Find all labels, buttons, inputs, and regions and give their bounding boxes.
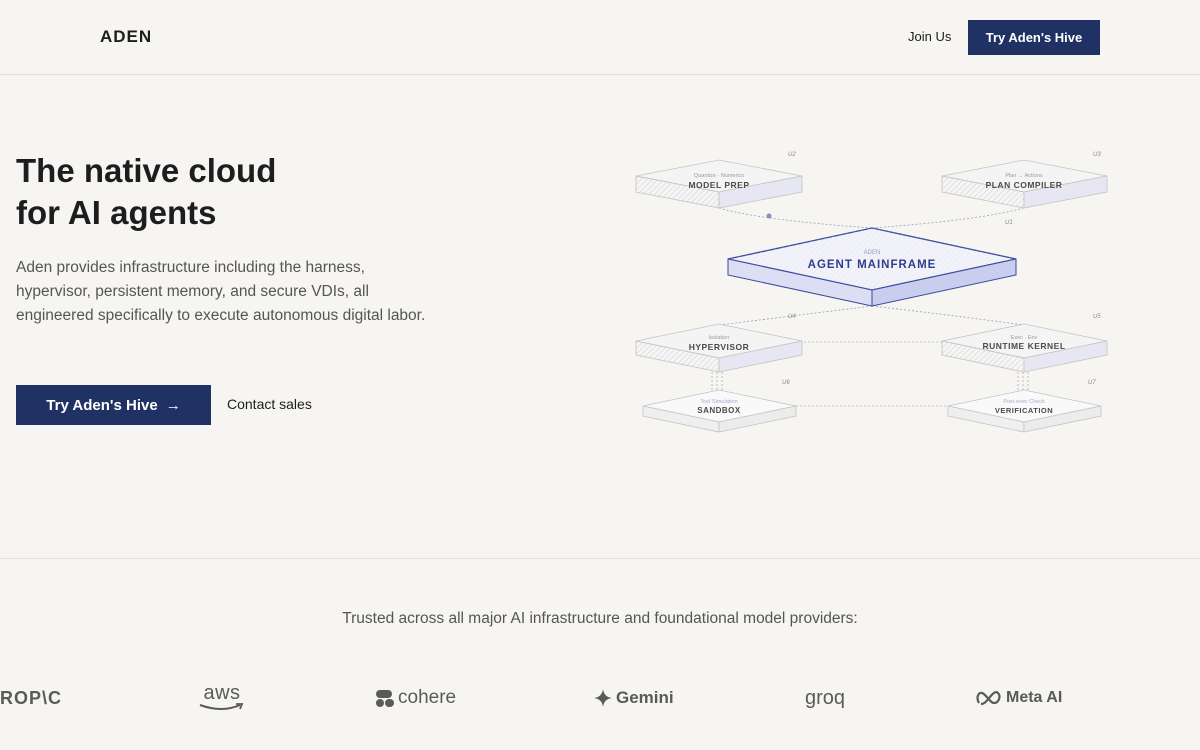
node-hypervisor[interactable]: Isolation HYPERVISOR U4 [635,314,803,373]
node-verification[interactable]: Post-exec Check VERIFICATION U7 [947,380,1102,433]
groq-logo-text: groq [805,686,846,709]
anthropic-logo-text: ROP\C [0,687,63,708]
groq-logo: groq [805,683,845,713]
join-us-link[interactable]: Join Us [908,29,951,44]
connector-dot [766,213,772,219]
node-tag: Quantize · Numerics [694,173,744,179]
node-sandbox[interactable]: Tool Simulation SANDBOX U6 [642,380,797,433]
hero-description: Aden provides infrastructure including t… [16,259,426,324]
node-id: U5 [1093,314,1101,320]
cohere-logo: cohere [374,683,456,713]
node-tag: Plan → Actions [1005,173,1043,179]
brand-logo[interactable]: ADEN [100,27,152,47]
meta-ai-logo-text: Meta AI [1006,689,1063,706]
aws-logo: aws [198,683,246,713]
node-label: VERIFICATION [995,406,1053,415]
node-tag: Tool Simulation [700,399,737,405]
hero-title: The native cloud for AI agents [16,150,436,234]
node-plan-compiler[interactable]: Plan → Actions PLAN COMPILER U4 U3 [941,152,1108,209]
hero-title-line1: The native cloud [16,152,277,189]
architecture-diagram: Quantize · Numerics MODEL PREP U2 Plan →… [635,152,1108,433]
top-nav: ADEN Join Us Try Aden's Hive [0,0,1200,75]
gemini-star-icon [594,689,612,707]
node-agent-mainframe[interactable]: ADEN AGENT MAINFRAME U1 [727,220,1017,307]
cohere-logo-text: cohere [398,687,457,708]
hero-cta-label: Try Aden's Hive [46,396,158,414]
gemini-logo: Gemini [594,683,674,713]
node-id: U4 [788,314,796,320]
cohere-mark-icon [376,690,394,707]
node-model-prep[interactable]: Quantize · Numerics MODEL PREP U2 [635,152,803,209]
node-label: HYPERVISOR [689,342,750,352]
node-id: U1 [1005,220,1013,226]
node-label: MODEL PREP [688,180,749,190]
anthropic-logo: ROP\C [0,683,62,713]
hero-title-line2: for AI agents [16,194,217,231]
section-divider [0,558,1200,559]
aws-smile-icon [199,703,244,710]
try-hive-hero-button[interactable]: Try Aden's Hive → [16,385,211,425]
mainframe-label: AGENT MAINFRAME [808,259,937,271]
mainframe-tag: ADEN [864,250,881,256]
node-id: U2 [788,152,796,158]
arrow-right-icon: → [165,396,181,414]
try-hive-nav-button[interactable]: Try Aden's Hive [968,20,1100,55]
gemini-logo-text: Gemini [616,688,674,707]
contact-sales-link[interactable]: Contact sales [227,396,312,412]
node-tag: Post-exec Check [1003,399,1045,405]
trusted-text: Trusted across all major AI infrastructu… [342,610,858,627]
node-id: U6 [782,380,790,386]
aws-logo-text: aws [203,682,241,704]
node-runtime-kernel[interactable]: Exec · Env RUNTIME KERNEL U5 [941,314,1108,373]
node-id: U7 [1088,380,1096,386]
node-label: RUNTIME KERNEL [982,341,1065,351]
node-label: SANDBOX [697,406,741,415]
node-label: PLAN COMPILER [986,180,1063,190]
meta-infinity-icon [976,691,1001,706]
meta-ai-logo: Meta AI [976,683,1062,713]
node-id: U3 [1093,152,1101,158]
node-tag: Isolation [709,335,730,341]
